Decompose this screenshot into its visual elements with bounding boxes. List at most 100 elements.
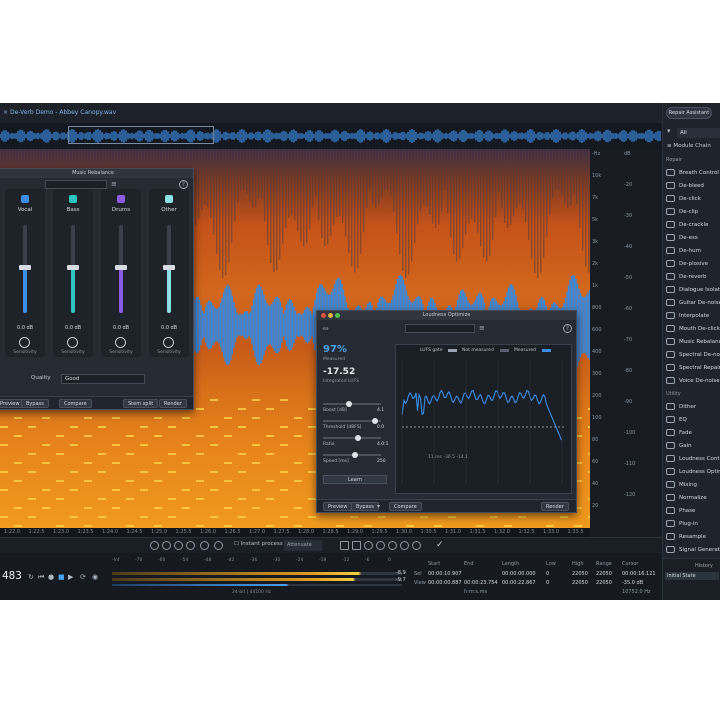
- module-item[interactable]: Resample: [666, 531, 720, 543]
- record-icon[interactable]: ●: [48, 573, 54, 581]
- param-slider[interactable]: [323, 418, 381, 424]
- module-item[interactable]: Loudness Control: [666, 453, 720, 465]
- attenuate-select[interactable]: Attenuate: [284, 540, 322, 551]
- preset-menu-icon[interactable]: ≡: [111, 180, 117, 188]
- view-value[interactable]: -35.0 dB: [622, 580, 643, 586]
- maximize-window-icon[interactable]: [335, 313, 340, 318]
- param-slider-handle[interactable]: [351, 452, 358, 458]
- sensitivity-knob[interactable]: [115, 337, 126, 348]
- bypass-button[interactable]: Bypass: [351, 502, 379, 511]
- module-item[interactable]: Breath Control: [666, 167, 720, 179]
- loop-playback-icon[interactable]: ⟳: [80, 573, 86, 581]
- view-value[interactable]: 22050: [596, 580, 612, 586]
- preset-select[interactable]: [45, 180, 107, 189]
- instant-process-toggle[interactable]: ☐ Instant process: [234, 541, 283, 547]
- compare-button[interactable]: Compare: [59, 399, 92, 408]
- module-item[interactable]: Spectral Repair: [666, 362, 720, 374]
- magic-wand-icon[interactable]: [388, 541, 397, 550]
- brush-icon[interactable]: [376, 541, 385, 550]
- zoom-out-icon[interactable]: [162, 541, 171, 550]
- module-item[interactable]: Music Rebalance: [666, 336, 720, 348]
- preset-select[interactable]: [405, 324, 475, 333]
- param-value[interactable]: 250: [377, 459, 386, 464]
- stem-gain-handle[interactable]: [19, 265, 31, 271]
- zoom-selection-icon[interactable]: [174, 541, 183, 550]
- param-slider-handle[interactable]: [372, 418, 379, 424]
- module-item[interactable]: De-clip: [666, 206, 720, 218]
- render-button[interactable]: Render: [159, 399, 187, 408]
- time-format[interactable]: h:m:s.ms: [464, 589, 487, 595]
- module-item[interactable]: Plug-in: [666, 518, 720, 530]
- preset-menu-icon[interactable]: ≡: [479, 324, 485, 332]
- sensitivity-knob[interactable]: [19, 337, 30, 348]
- stem-gain-handle[interactable]: [163, 265, 175, 271]
- sel-value[interactable]: 00:00:16.121: [622, 571, 656, 577]
- learn-button[interactable]: Learn: [323, 475, 387, 484]
- stem-gain-handle[interactable]: [67, 265, 79, 271]
- module-item[interactable]: Guitar De-noise: [666, 297, 720, 309]
- module-item[interactable]: De-reverb: [666, 271, 720, 283]
- help-icon[interactable]: ?: [179, 180, 188, 189]
- bypass-button[interactable]: Bypass: [21, 399, 49, 408]
- quality-select[interactable]: Good: [61, 374, 145, 384]
- view-value[interactable]: 00:00:23.754: [464, 580, 498, 586]
- module-item[interactable]: Fade: [666, 427, 720, 439]
- close-icon[interactable]: ×: [3, 109, 8, 116]
- waveform-overview[interactable]: [0, 123, 662, 149]
- sel-value[interactable]: 22050: [596, 571, 612, 577]
- lasso-icon[interactable]: [364, 541, 373, 550]
- time-ruler[interactable]: 1:22.0 1:22.5 1:23.0 1:23.5 1:24.0 1:24.5 1:25…: [0, 528, 590, 537]
- view-value[interactable]: 22050: [572, 580, 588, 586]
- view-value[interactable]: 00:00:22.867: [502, 580, 536, 586]
- module-item[interactable]: De-bleed: [666, 180, 720, 192]
- param-value[interactable]: 4.1: [377, 408, 384, 413]
- param-value[interactable]: 4.0:1: [377, 442, 389, 447]
- stem-gain-handle[interactable]: [115, 265, 127, 271]
- play-icon[interactable]: ▶: [68, 573, 73, 581]
- module-item[interactable]: Voice De-noise: [666, 375, 720, 387]
- param-slider[interactable]: [323, 435, 381, 441]
- checkmark-icon[interactable]: ✓: [436, 541, 445, 550]
- module-item[interactable]: Phase: [666, 505, 720, 517]
- zoom-in-icon[interactable]: [150, 541, 159, 550]
- stop-icon[interactable]: ■: [58, 573, 65, 581]
- close-window-icon[interactable]: [321, 313, 326, 318]
- time-selection-icon[interactable]: [340, 541, 349, 550]
- module-item[interactable]: EQ: [666, 414, 720, 426]
- view-value[interactable]: 00:00:00.887: [428, 580, 462, 586]
- sel-value[interactable]: 0: [546, 571, 549, 577]
- stem-split-button[interactable]: Stem split: [123, 399, 159, 408]
- module-item[interactable]: De-hum: [666, 245, 720, 257]
- help-icon[interactable]: ?: [563, 324, 572, 333]
- module-item[interactable]: De-click: [666, 193, 720, 205]
- repair-assistant-button[interactable]: Repair Assistant: [666, 107, 712, 119]
- overview-view-selection[interactable]: [68, 126, 214, 144]
- music-rebalance-title[interactable]: Music Rebalance: [0, 169, 193, 178]
- sensitivity-knob[interactable]: [163, 337, 174, 348]
- checkbox-icon[interactable]: ☐: [234, 541, 239, 547]
- module-item[interactable]: De-plosive: [666, 258, 720, 270]
- stem-gain-slider[interactable]: [115, 225, 127, 313]
- module-filter-select[interactable]: All: [677, 128, 720, 138]
- sensitivity-knob[interactable]: [67, 337, 78, 348]
- module-item[interactable]: Mouth De-click: [666, 323, 720, 335]
- sel-value[interactable]: 22050: [572, 571, 588, 577]
- module-item[interactable]: Dither: [666, 401, 720, 413]
- module-item[interactable]: Spectral De-noise: [666, 349, 720, 361]
- stem-gain-slider[interactable]: [19, 225, 31, 313]
- minimize-window-icon[interactable]: [328, 313, 333, 318]
- compare-button[interactable]: Compare: [389, 502, 422, 511]
- param-slider-handle[interactable]: [346, 401, 353, 407]
- render-button[interactable]: Render: [541, 502, 569, 511]
- file-tab[interactable]: × De-Verb Demo - Abbey Canopy.wav: [3, 109, 116, 116]
- module-chain-button[interactable]: ≡ Module Chain: [667, 143, 711, 149]
- param-value[interactable]: 0.0: [377, 425, 384, 430]
- param-slider[interactable]: [323, 452, 381, 458]
- hand-tool-icon[interactable]: [214, 541, 223, 550]
- sel-value[interactable]: 00:00:00.000: [502, 571, 536, 577]
- frequency-selection-icon[interactable]: [352, 541, 361, 550]
- module-item[interactable]: Signal Generator: [666, 544, 720, 556]
- module-item[interactable]: Interpolate: [666, 310, 720, 322]
- module-item[interactable]: De-crackle: [666, 219, 720, 231]
- module-item[interactable]: Loudness Optimize: [666, 466, 720, 478]
